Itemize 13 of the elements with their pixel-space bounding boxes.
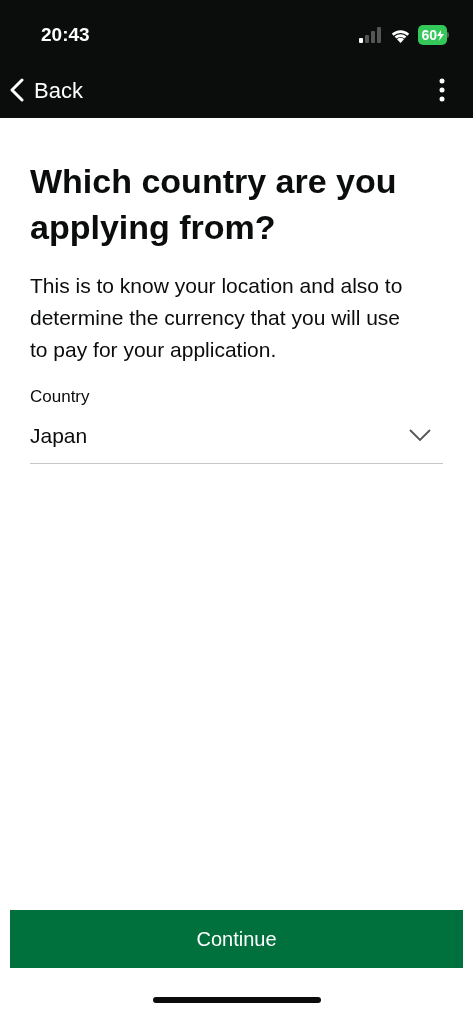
chevron-down-icon — [409, 429, 431, 442]
country-dropdown[interactable]: Japan — [30, 419, 443, 464]
field-label: Country — [30, 386, 91, 408]
back-button[interactable]: Back — [10, 73, 83, 107]
more-options-icon[interactable] — [439, 78, 445, 102]
description-text: This is to know your location and also to determine the currency that you will use to pay for your application. — [30, 273, 404, 363]
status-time: 20:43 — [41, 22, 90, 47]
battery-icon: 60 — [418, 25, 449, 45]
chevron-left-icon — [10, 78, 24, 102]
signal-icon — [359, 27, 384, 43]
continue-button[interactable]: Continue — [10, 910, 463, 968]
page-heading: Which country are you applying from? — [30, 161, 398, 248]
wifi-icon — [390, 27, 412, 43]
